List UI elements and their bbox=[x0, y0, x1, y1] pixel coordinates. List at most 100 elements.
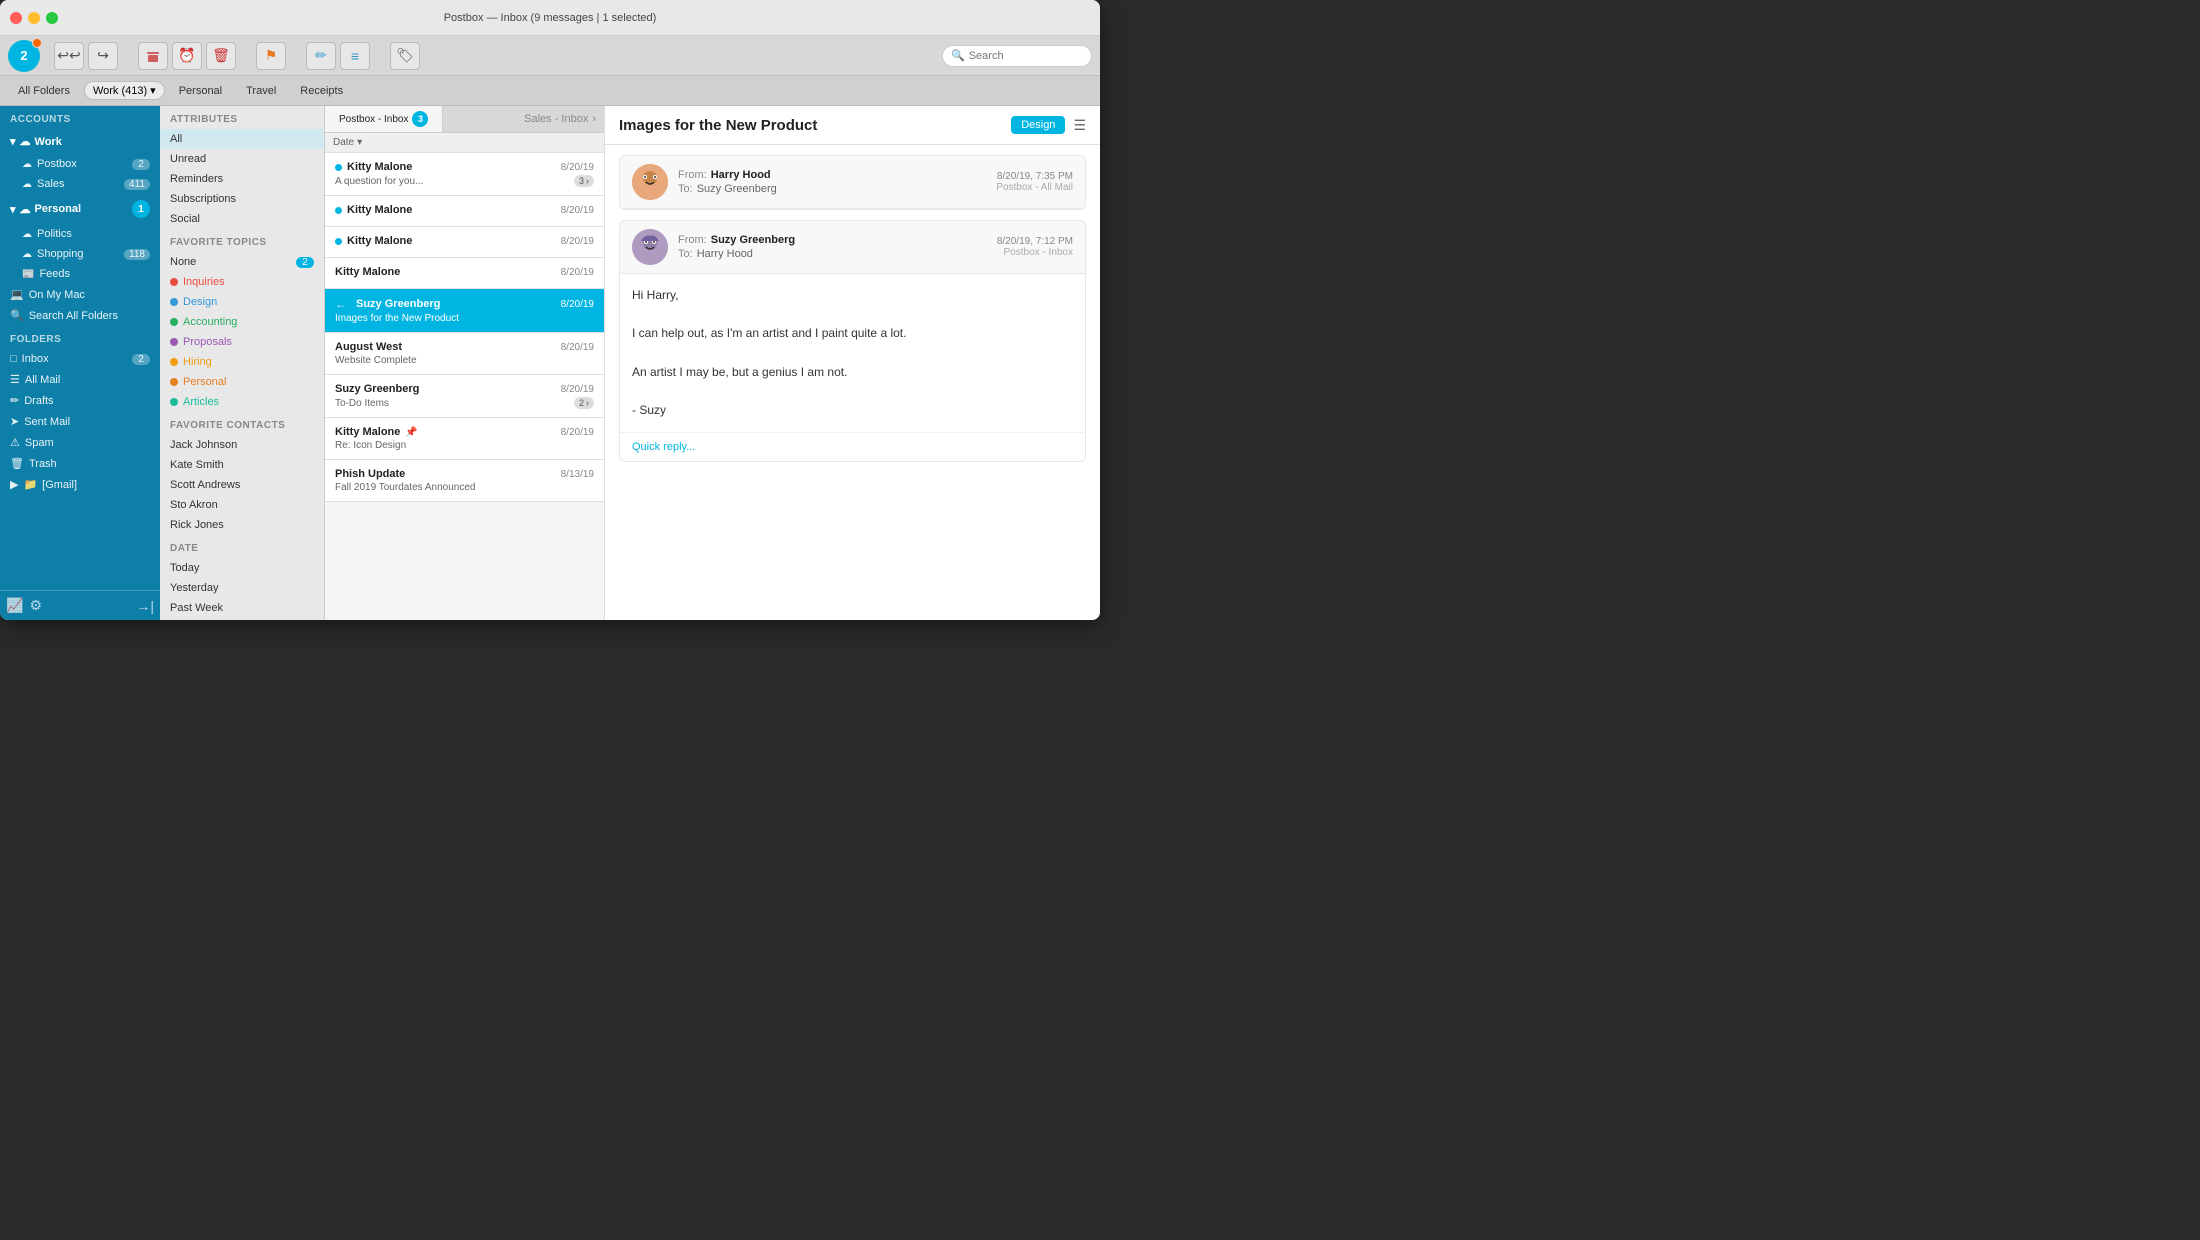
message-item[interactable]: Kitty Malone 8/20/19 A question for you.… bbox=[325, 153, 604, 196]
message-item-selected[interactable]: ← Suzy Greenberg 8/20/19 Images for the … bbox=[325, 289, 604, 333]
cloud-icon: ☁ bbox=[22, 159, 32, 170]
sidebar-item-search-all[interactable]: 🔍 Search All Folders bbox=[0, 305, 160, 326]
minimize-button[interactable] bbox=[28, 12, 40, 24]
sidebar-folder-gmail[interactable]: ▶ 📁 [Gmail] bbox=[0, 474, 160, 495]
date-title: Date bbox=[160, 535, 324, 558]
message-item[interactable]: Phish Update 8/13/19 Fall 2019 Tourdates… bbox=[325, 460, 604, 502]
message-item[interactable]: Kitty Malone 8/20/19 bbox=[325, 227, 604, 258]
filter-topic-personal[interactable]: Personal bbox=[160, 372, 324, 392]
filter-topic-none[interactable]: None 2 bbox=[160, 252, 324, 272]
tag-travel[interactable]: Travel bbox=[236, 83, 286, 99]
close-button[interactable] bbox=[10, 12, 22, 24]
sidebar-item-feeds[interactable]: 📰 Feeds bbox=[0, 264, 160, 284]
sidebar-folder-spam[interactable]: ⚠ Spam bbox=[0, 432, 160, 453]
filter-topic-design[interactable]: Design bbox=[160, 292, 324, 312]
sort-label: Date bbox=[333, 137, 354, 148]
filter-contact-kate[interactable]: Kate Smith bbox=[160, 455, 324, 475]
tag-personal[interactable]: Personal bbox=[169, 83, 232, 99]
folders-section-title: Folders bbox=[0, 326, 160, 349]
settings-icon[interactable]: ⚙ bbox=[29, 597, 42, 614]
filter-reminders[interactable]: Reminders bbox=[160, 169, 324, 189]
reply-all-button[interactable]: ↩↩ bbox=[54, 42, 84, 70]
reminder-button[interactable]: ⏰ bbox=[172, 42, 202, 70]
message-item[interactable]: Kitty Malone 8/20/19 bbox=[325, 258, 604, 289]
color-dot-proposals bbox=[170, 338, 178, 346]
spam-icon: ⚠ bbox=[10, 436, 20, 449]
forward-button[interactable]: ↪ bbox=[88, 42, 118, 70]
sidebar-item-work[interactable]: ▾ ☁ Work bbox=[0, 129, 160, 154]
filter-subscriptions[interactable]: Subscriptions bbox=[160, 189, 324, 209]
sidebar-item-sales[interactable]: ☁ Sales 411 bbox=[0, 174, 160, 194]
tag-receipts[interactable]: Receipts bbox=[290, 83, 353, 99]
filter-date-today[interactable]: Today bbox=[160, 558, 324, 578]
filter-unread[interactable]: Unread bbox=[160, 149, 324, 169]
filter-topic-hiring[interactable]: Hiring bbox=[160, 352, 324, 372]
attributes-title: Attributes bbox=[160, 106, 324, 129]
chevron-right-icon: › bbox=[586, 398, 589, 408]
compose-button[interactable]: ✏ bbox=[306, 42, 336, 70]
sidebar-item-politics[interactable]: ☁ Politics bbox=[0, 224, 160, 244]
filter-contact-jack[interactable]: Jack Johnson bbox=[160, 435, 324, 455]
message-list: Postbox - Inbox 3 Sales - Inbox › Date ▾ bbox=[325, 106, 605, 620]
filter-panel: Attributes All Unread Reminders Subscrip… bbox=[160, 106, 325, 620]
sidebar-folder-trash[interactable]: 🗑 Trash bbox=[0, 453, 160, 474]
filter-date-yesterday[interactable]: Yesterday bbox=[160, 578, 324, 598]
avatar-suzy bbox=[632, 229, 668, 265]
filter-social[interactable]: Social bbox=[160, 209, 324, 229]
filter-topic-inquiries[interactable]: Inquiries bbox=[160, 272, 324, 292]
filter-topic-articles[interactable]: Articles bbox=[160, 392, 324, 412]
color-dot-inquiries bbox=[170, 278, 178, 286]
filter-topic-accounting[interactable]: Accounting bbox=[160, 312, 324, 332]
folder-icon: 📁 bbox=[23, 478, 37, 491]
account-badge[interactable]: 2 bbox=[8, 40, 40, 72]
flag-button[interactable]: ⚑ bbox=[256, 42, 286, 70]
delete-button[interactable]: 🗑 bbox=[206, 42, 236, 70]
filter-contact-rick[interactable]: Rick Jones bbox=[160, 515, 324, 535]
sidebar-folder-inbox[interactable]: □ Inbox 2 bbox=[0, 349, 160, 369]
tag-all-folders[interactable]: All Folders bbox=[8, 83, 80, 99]
tab-postbox-inbox[interactable]: Postbox - Inbox 3 bbox=[325, 106, 443, 132]
filter-topic-proposals[interactable]: Proposals bbox=[160, 332, 324, 352]
sidebar-item-postbox[interactable]: ☁ Postbox 2 bbox=[0, 154, 160, 174]
message-item[interactable]: August West 8/20/19 Website Complete bbox=[325, 333, 604, 375]
sidebar-folder-all-mail[interactable]: ☰ All Mail bbox=[0, 369, 160, 390]
unread-indicator bbox=[335, 207, 342, 214]
filter-date-past-month[interactable]: Past Month bbox=[160, 618, 324, 620]
menu-icon[interactable]: ☰ bbox=[1073, 117, 1086, 134]
message-item[interactable]: Kitty Malone 8/20/19 bbox=[325, 196, 604, 227]
sidebar-item-on-my-mac[interactable]: 💻 On My Mac bbox=[0, 284, 160, 305]
email-message: From: Harry Hood To: Suzy Greenberg 8/20… bbox=[619, 155, 1086, 210]
notification-dot bbox=[32, 38, 42, 48]
chevron-down-icon: ▾ bbox=[10, 135, 16, 148]
email-message: From: Suzy Greenberg To: Harry Hood 8/20… bbox=[619, 220, 1086, 462]
tag-button[interactable]: 🏷 bbox=[390, 42, 420, 70]
sidebar-item-shopping[interactable]: ☁ Shopping 118 bbox=[0, 244, 160, 264]
message-item[interactable]: Kitty Malone 📌 8/20/19 Re: Icon Design bbox=[325, 418, 604, 460]
tag-work[interactable]: Work (413) ▾ bbox=[84, 81, 165, 100]
toolbar: 2 ↩↩ ↪ ⏰ 🗑 ⚑ ✏ ≡ 🏷 🔍 bbox=[0, 36, 1100, 76]
message-list-sort: Date ▾ bbox=[325, 133, 604, 153]
tab-sales-inbox[interactable]: Sales - Inbox › bbox=[516, 106, 604, 132]
email-meta: From: Suzy Greenberg To: Harry Hood bbox=[678, 234, 987, 260]
filter-contact-scott[interactable]: Scott Andrews bbox=[160, 475, 324, 495]
quick-reply[interactable]: Quick reply... bbox=[620, 432, 1085, 461]
signout-icon[interactable]: →| bbox=[136, 598, 154, 614]
email-tag-badge[interactable]: Design bbox=[1011, 116, 1065, 134]
sidebar-item-personal[interactable]: ▾ ☁ Personal 1 bbox=[0, 194, 160, 224]
search-input[interactable] bbox=[969, 50, 1083, 62]
sidebar-folder-sent[interactable]: ➤ Sent Mail bbox=[0, 411, 160, 432]
window-title: Postbox — Inbox (9 messages | 1 selected… bbox=[444, 12, 657, 24]
sort-dropdown[interactable]: Date ▾ bbox=[333, 137, 362, 148]
notes-button[interactable]: ≡ bbox=[340, 42, 370, 70]
filter-date-past-week[interactable]: Past Week bbox=[160, 598, 324, 618]
sidebar: Accounts ▾ ☁ Work ☁ Postbox 2 ☁ Sales 41… bbox=[0, 106, 160, 620]
message-item[interactable]: Suzy Greenberg 8/20/19 To-Do Items 2 › bbox=[325, 375, 604, 418]
sidebar-folder-drafts[interactable]: ✏ Drafts bbox=[0, 390, 160, 411]
activity-icon[interactable]: 📈 bbox=[6, 597, 23, 614]
filter-contact-sto[interactable]: Sto Akron bbox=[160, 495, 324, 515]
archive-button[interactable] bbox=[138, 42, 168, 70]
unread-indicator bbox=[335, 238, 342, 245]
maximize-button[interactable] bbox=[46, 12, 58, 24]
computer-icon: 💻 bbox=[10, 288, 24, 301]
filter-all[interactable]: All bbox=[160, 129, 324, 149]
